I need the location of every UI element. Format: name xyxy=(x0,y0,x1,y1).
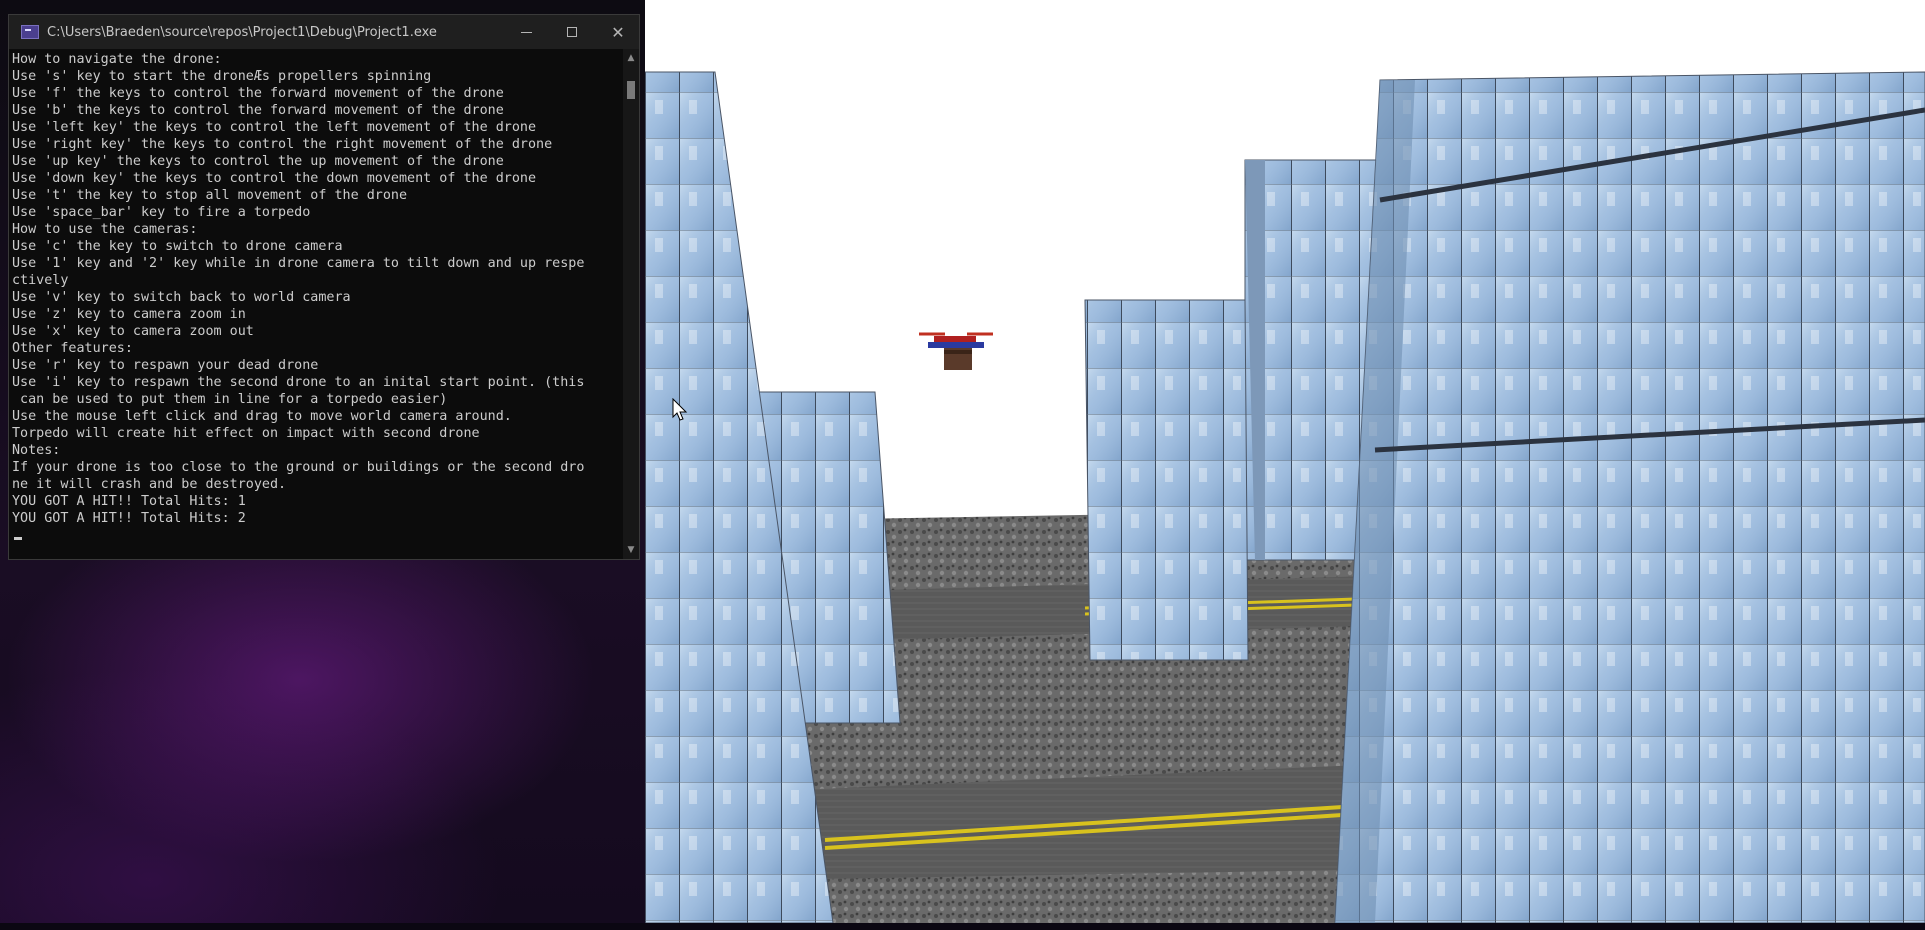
console-line: Other features: xyxy=(12,341,133,356)
minimize-button[interactable] xyxy=(503,15,549,49)
console-line: ctively xyxy=(12,273,69,288)
console-line: Use 'up key' the keys to control the up … xyxy=(12,154,504,169)
console-titlebar[interactable]: C:\Users\Braeden\source\repos\Project1\D… xyxy=(9,15,639,49)
maximize-icon xyxy=(567,27,577,37)
console-window[interactable]: C:\Users\Braeden\source\repos\Project1\D… xyxy=(8,14,640,560)
console-line: Use 't' the key to stop all movement of … xyxy=(12,188,408,203)
console-line: Use 'x' key to camera zoom out xyxy=(12,324,254,339)
console-output[interactable]: How to navigate the drone: Use 's' key t… xyxy=(9,49,623,559)
close-button[interactable]: ✕ xyxy=(595,15,641,49)
console-line: Use 's' key to start the droneÆs propell… xyxy=(12,69,432,84)
3d-scene-viewport[interactable] xyxy=(645,0,1925,923)
console-line: ne it will crash and be destroyed. xyxy=(12,477,287,492)
console-line: Use 'i' key to respawn the second drone … xyxy=(12,375,585,390)
console-line: YOU GOT A HIT!! Total Hits: 1 xyxy=(12,494,246,509)
console-line: Use 'f' the keys to control the forward … xyxy=(12,86,504,101)
console-line: Use '1' key and '2' key while in drone c… xyxy=(12,256,585,271)
scroll-up-icon[interactable]: ▲ xyxy=(626,53,636,63)
console-line: Use 'down key' the keys to control the d… xyxy=(12,171,537,186)
console-line: Use 'right key' the keys to control the … xyxy=(12,137,553,152)
scroll-thumb[interactable] xyxy=(627,81,635,99)
mouse-pointer-icon xyxy=(672,398,688,421)
console-scrollbar[interactable]: ▲ ▼ xyxy=(623,49,639,559)
console-line: If your drone is too close to the ground… xyxy=(12,460,585,475)
city-scene xyxy=(645,0,1925,923)
minimize-icon xyxy=(520,31,532,33)
building-right-front xyxy=(1334,71,1925,923)
building-center-mid xyxy=(1084,299,1249,661)
console-line: Use 'z' key to camera zoom in xyxy=(12,307,246,322)
console-line: YOU GOT A HIT!! Total Hits: 2 xyxy=(12,511,246,526)
text-cursor xyxy=(14,537,22,540)
maximize-button[interactable] xyxy=(549,15,595,49)
console-line: Use 'space_bar' key to fire a torpedo xyxy=(12,205,311,220)
console-app-icon xyxy=(21,25,39,39)
console-line: Use 'b' the keys to control the forward … xyxy=(12,103,504,118)
console-line: Use the mouse left click and drag to mov… xyxy=(12,409,512,424)
console-title: C:\Users\Braeden\source\repos\Project1\D… xyxy=(47,24,437,40)
console-line: Torpedo will create hit effect on impact… xyxy=(12,426,480,441)
console-line: Use 'c' the key to switch to drone camer… xyxy=(12,239,343,254)
console-line: Use 'v' key to switch back to world came… xyxy=(12,290,351,305)
console-line: Use 'left key' the keys to control the l… xyxy=(12,120,537,135)
console-line: How to use the cameras: xyxy=(12,222,198,237)
close-icon: ✕ xyxy=(611,22,625,42)
console-line: Use 'r' key to respawn your dead drone xyxy=(12,358,319,373)
console-line: can be used to put them in line for a to… xyxy=(12,392,448,407)
console-line: How to navigate the drone: xyxy=(12,52,222,67)
taskbar-edge xyxy=(0,923,1925,930)
console-line: Notes: xyxy=(12,443,61,458)
scroll-down-icon[interactable]: ▼ xyxy=(626,545,636,555)
